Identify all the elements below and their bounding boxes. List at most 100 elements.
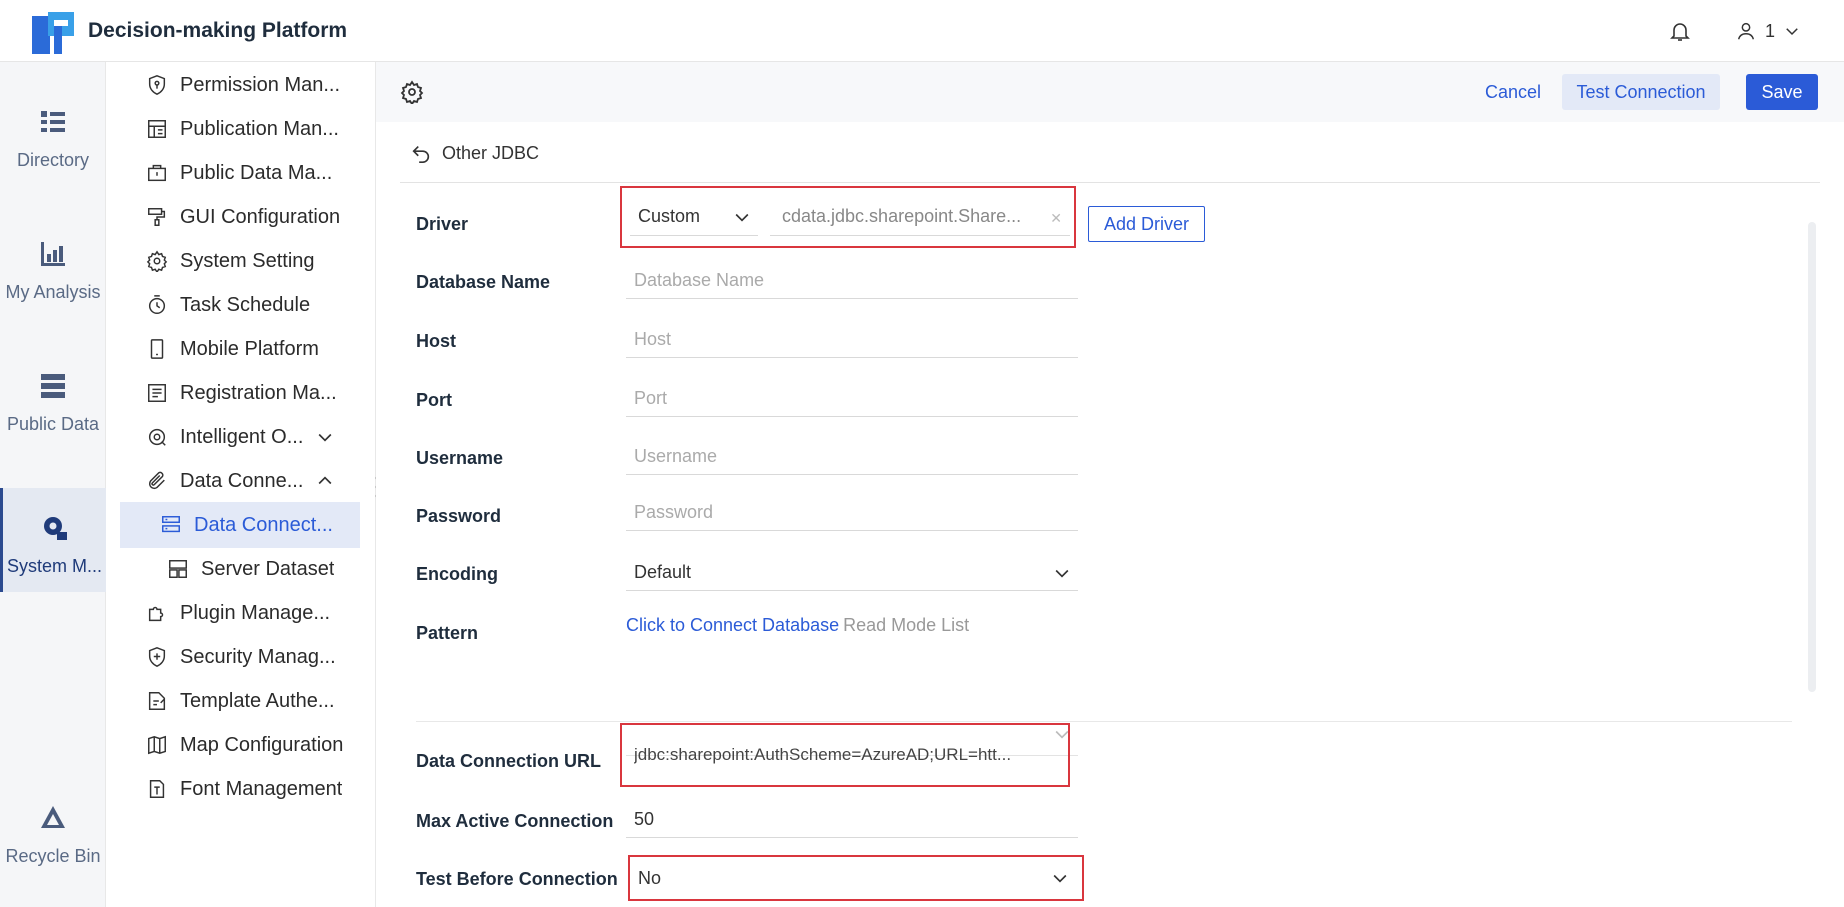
host-input[interactable]: Host (626, 322, 1078, 358)
rail-label: Recycle Bin (5, 846, 101, 866)
chevron-down-icon (735, 213, 749, 222)
data-connection-url-input[interactable]: jdbc:sharepoint:AuthScheme=AzureAD;URL=h… (634, 737, 1064, 773)
rail-item-recycle-bin[interactable]: Recycle Bin (0, 778, 106, 882)
driver-label: Driver (416, 214, 469, 234)
divider (400, 182, 1820, 183)
save-button[interactable]: Save (1746, 74, 1818, 110)
rail-item-my-analysis[interactable]: My Analysis (0, 214, 106, 318)
connection-type-title: Other JDBC (442, 142, 540, 163)
rail-label: My Analysis (5, 282, 101, 302)
data-connection-editor: Cancel Test Connection Save Other JDBC D… (376, 62, 1844, 907)
puzzle-icon (148, 606, 164, 622)
max-active-connection-input[interactable]: 50 (626, 802, 1078, 838)
user-name: 1 (1765, 20, 1776, 41)
database-name-input[interactable]: Database Name (626, 263, 1078, 299)
sidebar-item-gui-configuration[interactable]: GUI Configuration (120, 194, 375, 240)
primary-nav: Directory My Analysis Public Data System… (0, 62, 106, 907)
registration-icon (148, 384, 166, 402)
test-before-connection-select[interactable]: No (634, 861, 1078, 895)
app-title: Decision-making Platform (88, 19, 348, 42)
server-dataset-icon (169, 560, 187, 578)
sidebar-item-font-management[interactable]: Font Management (120, 766, 375, 812)
test-before-connection-label: Test Before Connection (416, 869, 618, 889)
sidebar-item-registration[interactable]: Registration Ma... (120, 370, 375, 416)
sidebar-item-permission[interactable]: Permission Man... (120, 62, 375, 108)
sidebar-item-system-setting[interactable]: System Setting (120, 238, 375, 284)
platform-logo-icon (32, 12, 74, 54)
user-menu[interactable]: 1 (1735, 19, 1801, 43)
back-arrow-icon (412, 145, 430, 163)
encoding-select[interactable]: Default (626, 555, 1078, 591)
analysis-chart-icon (41, 242, 65, 266)
username-label: Username (416, 448, 504, 468)
clear-icon[interactable]: ✕ (1050, 210, 1062, 227)
user-icon (1737, 22, 1755, 40)
sidebar-item-plugin-management[interactable]: Plugin Manage... (120, 590, 375, 636)
password-input[interactable]: Password (626, 495, 1078, 531)
username-input[interactable]: Username (626, 439, 1078, 475)
connect-database-link[interactable]: Click to Connect Database (626, 615, 839, 635)
intelligent-ops-icon (148, 428, 166, 446)
directory-icon (41, 111, 65, 132)
template-edit-icon (148, 692, 166, 710)
cancel-button[interactable]: Cancel (1473, 74, 1553, 110)
back-link[interactable]: Other JDBC (410, 142, 539, 164)
shield-plus-icon (148, 647, 166, 667)
system-gear-icon (43, 517, 67, 540)
host-label: Host (416, 331, 456, 351)
port-label: Port (416, 390, 452, 410)
divider (416, 721, 1792, 722)
sidebar-item-map-configuration[interactable]: Map Configuration (120, 722, 375, 768)
read-mode-list-hint: Read Mode List (843, 615, 970, 635)
recycle-bin-icon (41, 806, 65, 828)
briefcase-icon (148, 164, 166, 182)
form-scrollbar[interactable] (1808, 222, 1816, 692)
sidebar-item-security-management[interactable]: Security Manag... (120, 634, 375, 680)
sidebar-item-publication[interactable]: Publication Man... (120, 106, 375, 152)
database-name-label: Database Name (416, 272, 551, 292)
pattern-actions: Click to Connect Database Read Mode List (626, 615, 969, 636)
sidebar-item-intelligent-operations[interactable]: Intelligent O... (120, 414, 375, 460)
chevron-down-icon (318, 433, 332, 442)
sidebar-item-template-authentication[interactable]: Template Authe... (120, 678, 375, 724)
chevron-up-icon (318, 476, 332, 485)
database-connection-icon (162, 516, 180, 533)
add-driver-button[interactable]: Add Driver (1088, 206, 1205, 242)
max-active-connection-label: Max Active Connection (416, 811, 614, 831)
rail-item-system-management[interactable]: System M... (0, 488, 106, 592)
public-data-icon (41, 374, 65, 398)
rail-label: Public Data (6, 414, 100, 434)
sidebar-item-public-data[interactable]: Public Data Ma... (120, 150, 375, 196)
rail-item-public-data[interactable]: Public Data (0, 346, 106, 450)
mobile-phone-icon (150, 339, 164, 359)
chevron-down-icon (1053, 874, 1067, 883)
map-icon (148, 735, 166, 755)
data-connection-url-label: Data Connection URL (416, 751, 602, 771)
chevron-down-icon (1055, 569, 1069, 578)
paint-roller-icon (148, 208, 166, 226)
driver-type-select[interactable]: Custom (630, 198, 758, 236)
rail-label: System M... (6, 556, 102, 576)
settings-gear-icon[interactable] (400, 80, 424, 104)
sidebar-item-data-connection-group[interactable]: Data Conne... (120, 458, 375, 504)
password-label: Password (416, 506, 502, 526)
sidebar-item-mobile-platform[interactable]: Mobile Platform (120, 326, 375, 372)
test-connection-button[interactable]: Test Connection (1562, 74, 1720, 110)
system-management-menu: Permission Man... Publication Man... Pub… (106, 62, 376, 907)
publication-icon (148, 120, 166, 138)
rail-item-directory[interactable]: Directory (0, 82, 106, 186)
driver-class-select[interactable]: cdata.jdbc.sharepoint.Share... ✕ (770, 198, 1070, 236)
pattern-label: Pattern (416, 623, 479, 643)
notification-bell-icon[interactable] (1668, 19, 1692, 43)
port-input[interactable]: Port (626, 381, 1078, 417)
sidebar-item-server-dataset[interactable]: Server Dataset (120, 546, 375, 592)
sidebar-item-task-schedule[interactable]: Task Schedule (120, 282, 375, 328)
font-file-icon (149, 780, 165, 798)
shield-key-icon (148, 75, 166, 95)
stopwatch-icon (148, 295, 166, 314)
chevron-down-icon (1786, 28, 1798, 36)
sidebar-item-data-connection[interactable]: Data Connect... (120, 502, 360, 548)
paperclip-icon (148, 471, 165, 490)
top-bar: Decision-making Platform 1 (0, 0, 1844, 62)
editor-toolbar: Cancel Test Connection Save (376, 62, 1844, 122)
